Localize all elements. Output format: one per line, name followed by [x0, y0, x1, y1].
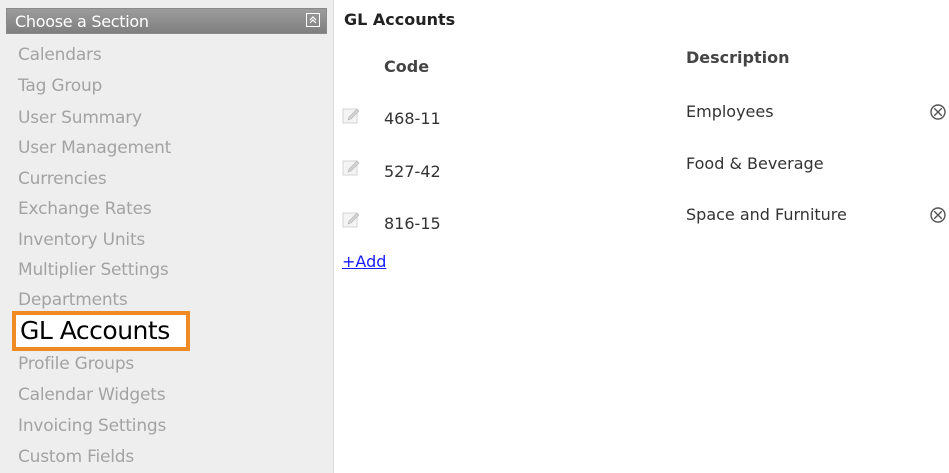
sidebar-item-exchange-rates[interactable]: Exchange Rates	[18, 199, 152, 219]
section-sidebar: Choose a Section Calendars Tag Group Use…	[0, 0, 334, 473]
circle-x-icon[interactable]	[929, 206, 947, 224]
description-column-header: Description	[686, 48, 790, 67]
pencil-icon[interactable]	[342, 159, 362, 177]
sidebar-item-profile-groups[interactable]: Profile Groups	[18, 354, 134, 374]
sidebar-item-invoicing-settings[interactable]: Invoicing Settings	[18, 416, 166, 436]
sidebar-item-inventory-units[interactable]: Inventory Units	[18, 230, 145, 250]
pencil-icon[interactable]	[342, 211, 362, 229]
add-gl-account-link[interactable]: +Add	[342, 252, 386, 271]
pencil-icon[interactable]	[342, 107, 362, 125]
gl-code-cell: 468-11	[384, 109, 441, 128]
sidebar-item-calendar-widgets[interactable]: Calendar Widgets	[18, 385, 166, 405]
sidebar-item-user-summary[interactable]: User Summary	[18, 108, 142, 128]
gl-code-cell: 816-15	[384, 214, 441, 233]
gl-code-cell: 527-42	[384, 162, 441, 181]
sidebar-item-multiplier-settings[interactable]: Multiplier Settings	[18, 260, 169, 280]
sidebar-item-gl-accounts-label: GL Accounts	[20, 316, 170, 345]
sidebar-item-currencies[interactable]: Currencies	[18, 169, 107, 189]
sidebar-item-user-management[interactable]: User Management	[18, 138, 171, 158]
sidebar-item-departments[interactable]: Departments	[18, 290, 128, 310]
gl-description-cell: Food & Beverage	[686, 154, 824, 173]
gl-description-cell: Space and Furniture	[686, 205, 847, 224]
sidebar-item-calendars[interactable]: Calendars	[18, 45, 102, 65]
sidebar-item-gl-accounts-active[interactable]: GL Accounts	[12, 311, 190, 351]
circle-x-icon[interactable]	[929, 103, 947, 121]
sidebar-item-tag-group[interactable]: Tag Group	[18, 76, 102, 96]
collapse-up-icon[interactable]	[306, 13, 320, 27]
sidebar-header: Choose a Section	[6, 8, 327, 34]
page-title: GL Accounts	[344, 10, 456, 29]
gl-description-cell: Employees	[686, 102, 774, 121]
sidebar-header-title: Choose a Section	[15, 12, 149, 31]
sidebar-item-custom-fields[interactable]: Custom Fields	[18, 447, 134, 467]
code-column-header: Code	[384, 57, 430, 76]
